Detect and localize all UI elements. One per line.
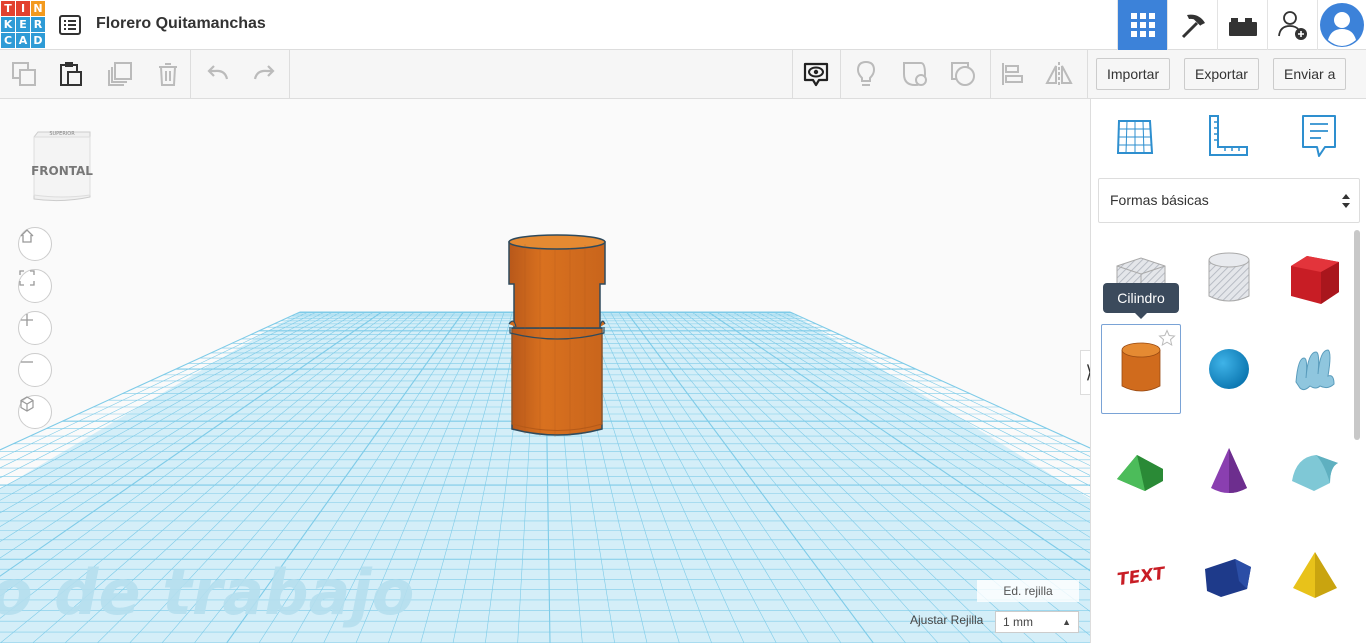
show-icon[interactable]	[802, 60, 830, 88]
minus-icon	[21, 361, 33, 363]
ruler-tool-button[interactable]	[1206, 113, 1250, 159]
shape-category-select[interactable]: Formas básicas	[1098, 178, 1360, 223]
favorite-star-icon[interactable]	[1158, 329, 1176, 347]
build-mode-button[interactable]	[1167, 0, 1217, 50]
pickaxe-icon	[1181, 14, 1205, 39]
workplane-canvas[interactable]: o de trabajo SUPERIOR FRONTAL Ed. rejill…	[0, 99, 1090, 643]
perspective-button[interactable]	[18, 395, 52, 429]
logo-letter: A	[16, 33, 30, 48]
home-icon	[20, 229, 34, 243]
logo-letter: I	[16, 1, 30, 16]
workplane-grid[interactable]: o de trabajo	[0, 99, 1090, 643]
zoom-in-button[interactable]	[18, 311, 52, 345]
shape-round-roof[interactable]	[1275, 427, 1355, 517]
shape-icon[interactable]	[901, 60, 929, 88]
shape-cone[interactable]	[1189, 427, 1269, 517]
viewcube-front-label[interactable]: FRONTAL	[31, 164, 93, 178]
export-button[interactable]: Exportar	[1184, 58, 1259, 90]
import-button[interactable]: Importar	[1096, 58, 1171, 90]
logo-letter: D	[31, 33, 45, 48]
zoom-out-button[interactable]	[18, 353, 52, 387]
caret-up-icon: ▲	[1062, 617, 1071, 627]
toolbar-divider	[840, 50, 841, 99]
edit-grid-button[interactable]: Ed. rejilla	[977, 580, 1079, 602]
workplane-icon	[1116, 120, 1154, 154]
note-icon	[1302, 115, 1336, 157]
fit-icon	[19, 270, 35, 286]
vase-object[interactable]	[508, 234, 606, 437]
logo-letter: E	[16, 17, 30, 32]
cube-icon	[20, 396, 34, 412]
fit-view-button[interactable]	[18, 269, 52, 303]
shape-cylinder[interactable]	[1101, 324, 1181, 414]
toolbar-divider	[990, 50, 991, 99]
home-view-button[interactable]	[18, 227, 52, 261]
workplane-tool-button[interactable]	[1113, 113, 1157, 159]
shape-prism[interactable]	[1189, 531, 1269, 621]
view-cube[interactable]: SUPERIOR FRONTAL	[30, 129, 94, 203]
design-menu-icon[interactable]	[58, 13, 82, 37]
ruler-icon	[1209, 115, 1248, 156]
copy-icon[interactable]	[10, 60, 38, 88]
toolbar-divider	[792, 50, 793, 99]
tinkercad-app: TIN KER CAD Florero Quitamanchas Importar …	[0, 0, 1366, 643]
3d-design-button[interactable]	[1117, 0, 1167, 50]
logo-letter: C	[1, 33, 15, 48]
shape-scribble[interactable]	[1275, 324, 1355, 414]
edit-toolbar: Importar Exportar Enviar a	[0, 50, 1366, 99]
profile-avatar[interactable]	[1317, 0, 1366, 50]
plus-icon	[21, 314, 33, 326]
send-to-button[interactable]: Enviar a	[1273, 58, 1347, 90]
redo-icon[interactable]	[250, 60, 278, 88]
logo-letter: R	[31, 17, 45, 32]
align-icon[interactable]	[998, 60, 1026, 88]
shape-tooltip: Cilindro	[1103, 283, 1179, 319]
undo-icon[interactable]	[204, 60, 232, 88]
duplicate-icon[interactable]	[106, 60, 134, 88]
shape-box[interactable]	[1275, 234, 1355, 324]
mirror-icon[interactable]	[1045, 60, 1073, 88]
toolbar-divider	[1087, 50, 1088, 99]
design-title[interactable]: Florero Quitamanchas	[96, 15, 266, 33]
shape-text[interactable]: TEXT	[1101, 531, 1181, 621]
logo-letter: K	[1, 17, 15, 32]
light-icon[interactable]	[852, 60, 880, 88]
add-user-icon	[1277, 11, 1307, 40]
brick-icon	[1228, 18, 1257, 36]
shape-category-value: Formas básicas	[1110, 192, 1209, 208]
paste-icon[interactable]	[57, 60, 85, 88]
logo-letter: N	[31, 1, 45, 16]
select-arrows-icon	[1342, 194, 1350, 208]
shape-pyramid[interactable]	[1275, 531, 1355, 621]
toolbar-divider	[289, 50, 290, 99]
notes-tool-button[interactable]	[1297, 113, 1341, 159]
snap-grid-label: Ajustar Rejilla	[910, 613, 984, 627]
bricks-mode-button[interactable]	[1217, 0, 1267, 50]
text-shape-word: TEXT	[1116, 564, 1168, 591]
logo-letter: T	[1, 1, 15, 16]
top-header: TIN KER CAD Florero Quitamanchas	[0, 0, 1366, 50]
snap-grid-value: 1 mm	[1003, 615, 1033, 629]
grid-icon	[1130, 13, 1155, 37]
shape-sphere[interactable]	[1189, 324, 1269, 414]
tinkercad-logo[interactable]: TIN KER CAD	[1, 1, 45, 48]
workplane-watermark: o de trabajo	[0, 556, 414, 629]
shape-cylinder-hole[interactable]	[1189, 234, 1269, 324]
hole-icon[interactable]	[949, 60, 977, 88]
viewcube-top-label[interactable]: SUPERIOR	[49, 131, 75, 137]
delete-icon[interactable]	[154, 60, 182, 88]
invite-user-button[interactable]	[1267, 0, 1317, 50]
toolbar-divider	[190, 50, 191, 99]
snap-grid-select[interactable]: 1 mm ▲	[995, 611, 1079, 633]
avatar-icon	[1320, 3, 1364, 47]
shape-roof[interactable]	[1101, 427, 1181, 517]
shapes-panel: Formas básicas TEXT	[1090, 99, 1366, 643]
